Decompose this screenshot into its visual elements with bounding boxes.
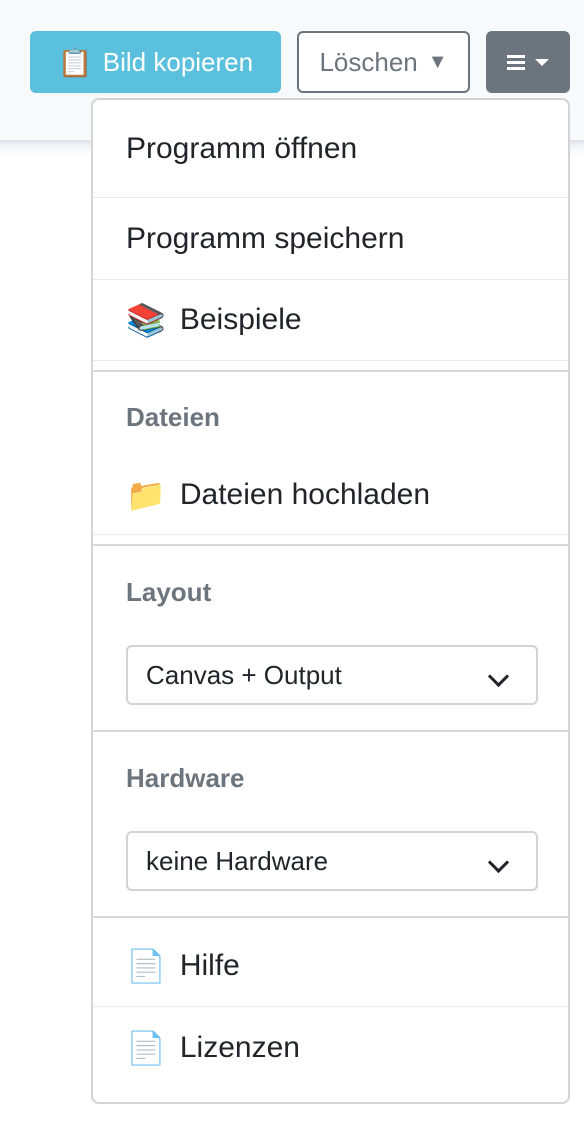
main-menu-button[interactable] bbox=[486, 31, 570, 93]
menu-item-upload-files[interactable]: 📁 Dateien hochladen bbox=[93, 456, 568, 534]
section-divider bbox=[93, 370, 568, 372]
hardware-select-value: keine Hardware bbox=[146, 845, 329, 876]
main-menu-dropdown: Programm öffnen Programm speichern 📚 Bei… bbox=[91, 98, 570, 1104]
section-divider bbox=[93, 916, 568, 918]
folder-icon: 📁 bbox=[126, 477, 166, 513]
menu-item-label: Beispiele bbox=[179, 303, 302, 336]
section-header-hardware: Hardware bbox=[126, 763, 245, 793]
menu-item-help[interactable]: 📄 Hilfe bbox=[93, 926, 568, 1006]
books-icon: 📚 bbox=[126, 302, 166, 338]
copy-image-label: Bild kopieren bbox=[102, 46, 254, 77]
menu-item-examples[interactable]: 📚 Beispiele bbox=[93, 280, 568, 360]
section-divider bbox=[93, 730, 568, 732]
hardware-select[interactable]: keine Hardware bbox=[126, 831, 538, 891]
menu-item-label: Lizenzen bbox=[179, 1031, 300, 1064]
menu-item-open-program[interactable]: Programm öffnen bbox=[93, 100, 568, 197]
menu-item-licenses[interactable]: 📄 Lizenzen bbox=[93, 1007, 568, 1089]
menu-item-label: Dateien hochladen bbox=[179, 478, 431, 511]
layout-select[interactable]: Canvas + Output bbox=[126, 645, 538, 705]
document-icon: 📄 bbox=[126, 948, 166, 984]
item-separator bbox=[93, 534, 568, 535]
section-divider bbox=[93, 544, 568, 546]
item-separator bbox=[93, 360, 568, 361]
copy-image-button[interactable]: 📋 Bild kopieren bbox=[30, 31, 281, 93]
chevron-down-icon bbox=[487, 665, 510, 688]
hamburger-icon bbox=[507, 55, 525, 70]
menu-item-save-program[interactable]: Programm speichern bbox=[93, 198, 568, 279]
chevron-down-icon bbox=[487, 851, 510, 874]
menu-item-label: Programm speichern bbox=[126, 221, 405, 255]
menu-item-label: Hilfe bbox=[179, 949, 240, 982]
caret-down-icon bbox=[535, 58, 549, 66]
section-header-layout: Layout bbox=[126, 577, 212, 607]
delete-label: Löschen bbox=[319, 46, 418, 77]
clipboard-icon: 📋 bbox=[57, 46, 93, 78]
menu-item-label: Programm öffnen bbox=[126, 131, 358, 165]
document-icon: 📄 bbox=[126, 1030, 166, 1066]
section-header-files: Dateien bbox=[126, 402, 220, 432]
layout-select-value: Canvas + Output bbox=[146, 659, 342, 690]
caret-down-icon: ▼ bbox=[427, 50, 448, 73]
delete-dropdown-button[interactable]: Löschen ▼ bbox=[297, 31, 470, 93]
